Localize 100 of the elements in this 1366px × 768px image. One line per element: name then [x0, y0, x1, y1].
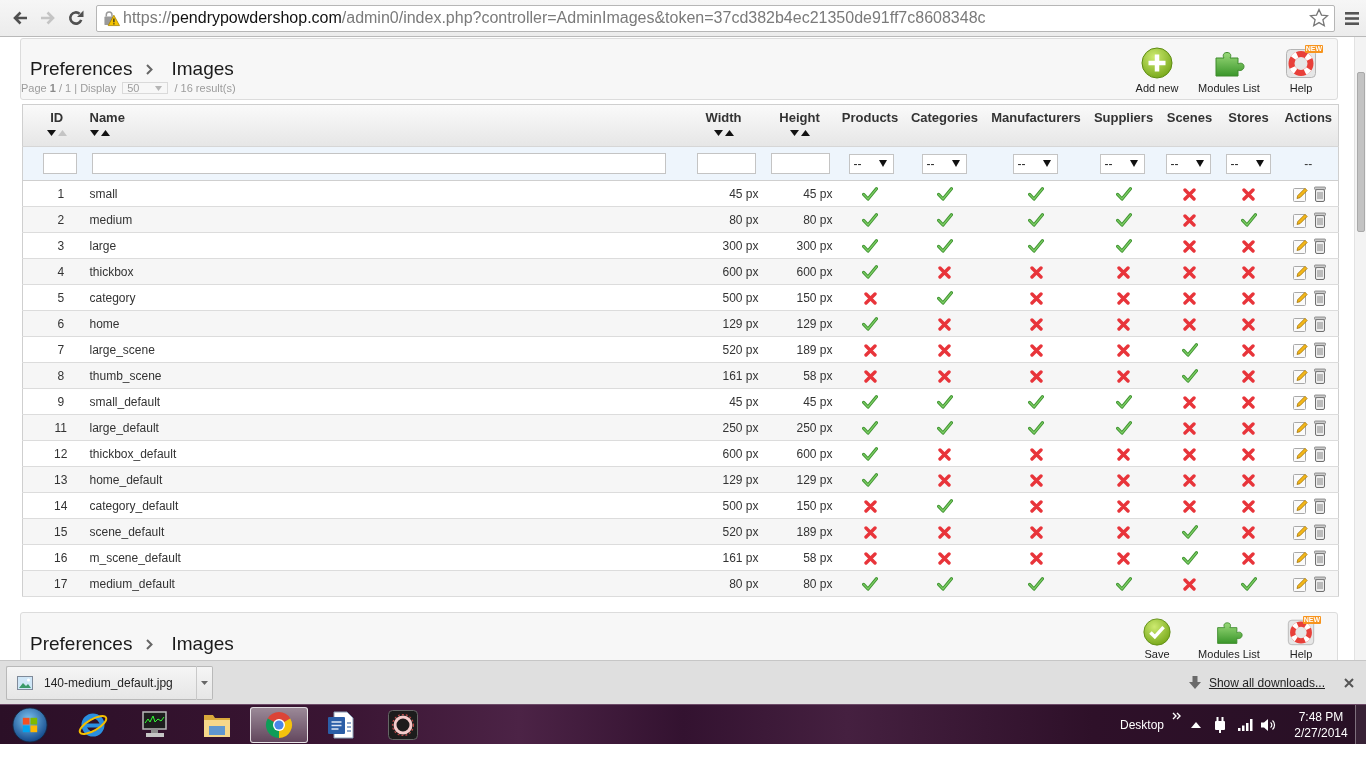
table-cell: 8	[22, 362, 85, 389]
edit-pencil-icon[interactable]	[1293, 575, 1309, 592]
edit-pencil-icon[interactable]	[1293, 211, 1309, 228]
show-desktop-button[interactable]	[1355, 705, 1366, 744]
double-chevron-icon[interactable]	[1172, 712, 1181, 720]
caret-up-icon[interactable]	[1191, 721, 1201, 728]
edit-pencil-icon[interactable]	[1293, 471, 1309, 488]
breadcrumb-item[interactable]: Preferences	[30, 58, 133, 80]
clock-time[interactable]: 7:48 PM	[1298, 708, 1344, 725]
edit-pencil-icon[interactable]	[1293, 523, 1309, 540]
taskbar-button[interactable]	[250, 706, 308, 743]
edit-pencil-icon[interactable]	[1293, 549, 1309, 566]
sort-descending-icon[interactable]	[789, 130, 799, 136]
table-cell: 600 px	[690, 440, 763, 467]
trash-icon[interactable]	[1314, 471, 1327, 488]
breadcrumb-item[interactable]: Preferences	[30, 633, 133, 655]
filter-field[interactable]	[43, 153, 77, 174]
edit-pencil-icon[interactable]	[1293, 393, 1309, 410]
edit-pencil-icon[interactable]	[1293, 419, 1309, 436]
table-cell: thickbox	[84, 258, 691, 285]
sort-descending-icon[interactable]	[89, 130, 99, 136]
trash-icon[interactable]	[1314, 419, 1327, 436]
start-orb-icon	[12, 706, 48, 743]
trash-icon[interactable]	[1314, 445, 1327, 462]
breadcrumb-chevron-icon	[146, 638, 154, 650]
trash-icon[interactable]	[1314, 315, 1327, 332]
trash-icon[interactable]	[1314, 393, 1327, 410]
filter-text: --	[1304, 156, 1313, 171]
trash-icon[interactable]	[1314, 549, 1327, 566]
trash-icon[interactable]	[1314, 263, 1327, 280]
table-cell: large_scene	[84, 336, 691, 363]
bookmark-star-button[interactable]	[1309, 8, 1329, 28]
scrollbar[interactable]	[1354, 37, 1366, 660]
column-header: Scenes	[1166, 110, 1213, 125]
trash-icon[interactable]	[1314, 289, 1327, 306]
signal-bars-icon[interactable]	[1238, 718, 1253, 731]
caret-icon	[878, 160, 887, 167]
filter-select[interactable]: --	[1165, 153, 1211, 174]
filter-field[interactable]	[91, 153, 666, 174]
edit-pencil-icon[interactable]	[1293, 263, 1309, 280]
table-cell: 13	[22, 466, 85, 493]
filter-select[interactable]: --	[921, 153, 967, 174]
filter-field[interactable]	[770, 153, 830, 174]
filter-select[interactable]: --	[1012, 153, 1058, 174]
show-all-downloads-link[interactable]: Show all downloads...	[1208, 675, 1325, 690]
trash-icon[interactable]	[1314, 211, 1327, 228]
sort-descending-icon[interactable]	[713, 130, 723, 136]
modules-button[interactable]: Modules List	[1194, 47, 1264, 99]
close-button[interactable]	[1344, 677, 1354, 688]
save-button[interactable]: Save	[1122, 618, 1192, 660]
trash-icon[interactable]	[1314, 523, 1327, 540]
filter-select[interactable]: --	[1099, 153, 1145, 174]
sort-ascending-icon[interactable]	[100, 130, 110, 136]
edit-pencil-icon[interactable]	[1293, 341, 1309, 358]
trash-icon[interactable]	[1314, 367, 1327, 384]
filter-select[interactable]: --	[1225, 153, 1271, 174]
table-cell: 45 px	[762, 388, 837, 415]
sort-ascending-icon[interactable]	[724, 130, 734, 136]
edit-pencil-icon[interactable]	[1293, 237, 1309, 254]
caret-icon	[201, 680, 208, 685]
trash-icon[interactable]	[1314, 575, 1327, 592]
edit-pencil-icon[interactable]	[1293, 497, 1309, 514]
download-menu-button[interactable]	[197, 665, 213, 700]
download-item[interactable]: 140-medium_default.jpg	[6, 665, 197, 700]
caret-icon	[1042, 160, 1051, 167]
trash-icon[interactable]	[1314, 185, 1327, 202]
filter-select[interactable]: --	[848, 153, 894, 174]
trash-icon[interactable]	[1314, 497, 1327, 514]
address-bar[interactable]: https://pendrypowdershop.com/admin0/index.php?controller=AdminImages&token=37cd382b4ec21350de91ff7c8608348c	[96, 4, 1335, 32]
sort-descending-icon[interactable]	[46, 130, 56, 136]
result-count: / 16 result(s)	[174, 82, 236, 94]
edit-pencil-icon[interactable]	[1293, 289, 1309, 306]
table-cell: 129 px	[762, 310, 837, 337]
table-cell: m_scene_default	[84, 544, 691, 571]
add-button[interactable]: Add new	[1122, 47, 1192, 99]
clock-date[interactable]: 2/27/2014	[1294, 724, 1348, 741]
edit-pencil-icon[interactable]	[1293, 315, 1309, 332]
column-header: Width	[705, 110, 742, 125]
modules-button[interactable]: Modules List	[1194, 618, 1264, 660]
table-cell: scene_default	[84, 518, 691, 545]
power-plug-icon[interactable]	[1213, 716, 1227, 733]
desktop-toolbar-label[interactable]: Desktop	[1119, 717, 1164, 732]
edit-pencil-icon[interactable]	[1293, 185, 1309, 202]
sort-ascending-icon[interactable]	[800, 130, 810, 136]
trash-icon[interactable]	[1314, 341, 1327, 358]
filter-field[interactable]	[696, 153, 756, 174]
table-cell: 80 px	[690, 570, 763, 597]
scrollbar-thumb[interactable]	[1357, 72, 1365, 232]
edit-pencil-icon[interactable]	[1293, 445, 1309, 462]
plus-circle-icon[interactable]	[1141, 47, 1173, 79]
column-header: Manufacturers	[991, 110, 1081, 125]
menu-button[interactable]	[1344, 10, 1360, 26]
edit-pencil-icon[interactable]	[1293, 367, 1309, 384]
table-cell: 520 px	[690, 336, 763, 363]
speaker-icon[interactable]	[1261, 717, 1277, 732]
table-cell: large	[84, 232, 691, 259]
check-circle-icon[interactable]	[1143, 618, 1171, 646]
column-header: ID	[50, 110, 64, 125]
trash-icon[interactable]	[1314, 237, 1327, 254]
close-icon	[1344, 677, 1354, 688]
